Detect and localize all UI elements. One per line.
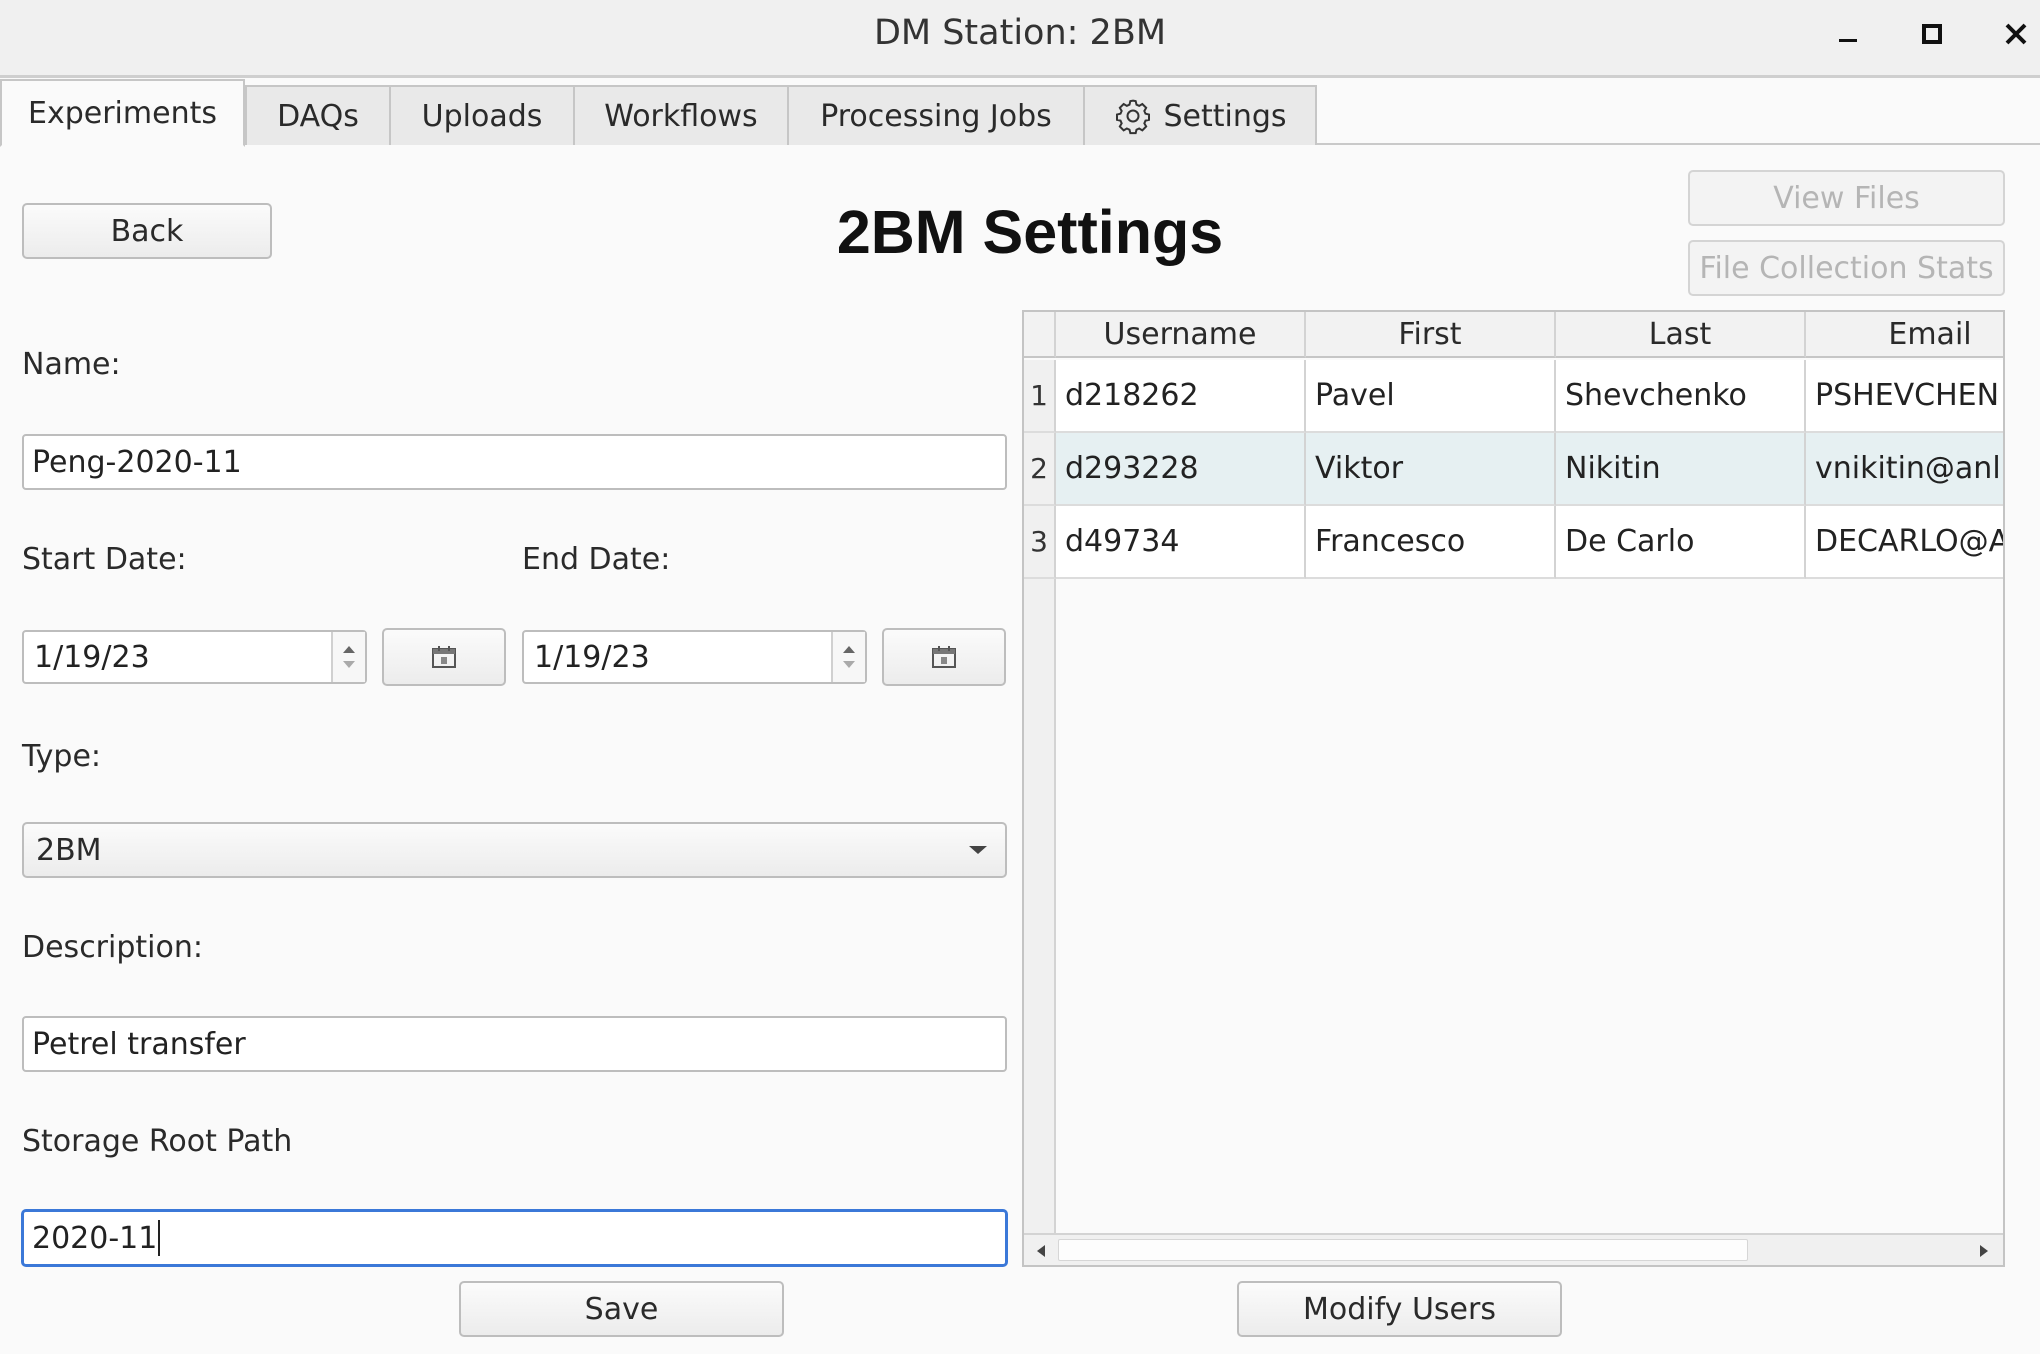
file-collection-stats-button[interactable]: File Collection Stats (1688, 240, 2005, 296)
horizontal-scrollbar[interactable] (1024, 1233, 2003, 1265)
scroll-right-arrow[interactable] (1969, 1237, 1999, 1265)
calendar-icon (432, 646, 456, 668)
modify-users-label: Modify Users (1303, 1291, 1496, 1327)
name-value: Peng-2020-11 (32, 444, 242, 480)
tab-label: Settings (1163, 98, 1287, 134)
row-number: 2 (1024, 433, 1056, 506)
end-date-label: End Date: (522, 542, 671, 577)
column-header-label: First (1398, 316, 1462, 352)
back-button-label: Back (110, 213, 184, 249)
gear-icon (1113, 96, 1153, 136)
page-title: 2BM Settings (836, 198, 1224, 266)
scroll-left-arrow[interactable] (1026, 1237, 1056, 1265)
type-value: 2BM (36, 832, 102, 868)
modify-users-button[interactable]: Modify Users (1237, 1281, 1562, 1337)
type-dropdown[interactable]: 2BM (22, 822, 1007, 878)
tab-label: Processing Jobs (820, 98, 1052, 134)
end-date-spinner[interactable] (831, 632, 865, 682)
start-date-label: Start Date: (22, 542, 187, 577)
tab-processing-jobs[interactable]: Processing Jobs (787, 85, 1085, 145)
column-header-first[interactable]: First (1306, 312, 1556, 358)
storage-root-path-value: 2020-11 (32, 1220, 158, 1256)
window-title: DM Station: 2BM (873, 13, 1167, 53)
start-date-spinner[interactable] (331, 632, 365, 682)
column-header-label: Username (1103, 316, 1257, 352)
tab-label: Uploads (421, 98, 543, 134)
name-field[interactable]: Peng-2020-11 (22, 434, 1007, 490)
tab-experiments[interactable]: Experiments (0, 79, 245, 147)
cell-last[interactable]: Shevchenko (1556, 360, 1806, 433)
cell-first[interactable]: Viktor (1306, 433, 1556, 506)
tab-workflows[interactable]: Workflows (573, 85, 789, 145)
chevron-left-icon (1037, 1245, 1045, 1257)
type-label: Type: (22, 739, 102, 774)
column-header-last[interactable]: Last (1556, 312, 1806, 358)
tab-label: DAQs (277, 98, 359, 134)
maximize-icon (1922, 24, 1942, 44)
column-header-email[interactable]: Email (1806, 312, 2003, 358)
scrollbar-thumb[interactable] (1058, 1239, 1748, 1261)
save-button-label: Save (584, 1291, 659, 1327)
view-files-label: View Files (1773, 180, 1920, 216)
cell-username[interactable]: d293228 (1056, 433, 1306, 506)
calendar-icon (932, 646, 956, 668)
name-label: Name: (22, 347, 121, 382)
storage-root-path-field[interactable]: 2020-11 (22, 1210, 1007, 1266)
tab-settings[interactable]: Settings (1083, 85, 1317, 145)
start-date-value: 1/19/23 (34, 639, 150, 675)
cell-email[interactable]: vnikitin@anl (1806, 433, 2003, 506)
minimize-icon (1839, 39, 1857, 42)
end-date-field[interactable]: 1/19/23 (522, 630, 867, 684)
description-field[interactable]: Petrel transfer (22, 1016, 1007, 1072)
cell-email[interactable]: PSHEVCHEN (1806, 360, 2003, 433)
row-number: 3 (1024, 506, 1056, 579)
tab-uploads[interactable]: Uploads (389, 85, 575, 145)
start-date-calendar-button[interactable] (382, 628, 506, 686)
view-files-button[interactable]: View Files (1688, 170, 2005, 226)
cell-username[interactable]: d218262 (1056, 360, 1306, 433)
column-header-username[interactable]: Username (1056, 312, 1306, 358)
tab-label: Experiments (28, 95, 217, 131)
cell-last[interactable]: Nikitin (1556, 433, 1806, 506)
minimize-button[interactable] (1822, 12, 1874, 56)
end-date-value: 1/19/23 (534, 639, 650, 675)
storage-root-path-label: Storage Root Path (22, 1124, 293, 1159)
column-header-label: Email (1888, 316, 1972, 352)
cell-username[interactable]: d49734 (1056, 506, 1306, 579)
description-label: Description: (22, 930, 203, 965)
save-button[interactable]: Save (459, 1281, 784, 1337)
chevron-right-icon (1980, 1245, 1988, 1257)
text-cursor (158, 1220, 161, 1256)
table-corner (1024, 312, 1056, 358)
description-value: Petrel transfer (32, 1026, 246, 1062)
close-button[interactable] (1990, 12, 2040, 56)
cell-email[interactable]: DECARLO@A (1806, 506, 2003, 579)
tab-daqs[interactable]: DAQs (245, 85, 391, 145)
end-date-calendar-button[interactable] (882, 628, 1006, 686)
file-collection-stats-label: File Collection Stats (1699, 250, 1994, 286)
back-button[interactable]: Back (22, 203, 272, 259)
cell-first[interactable]: Pavel (1306, 360, 1556, 433)
start-date-field[interactable]: 1/19/23 (22, 630, 367, 684)
chevron-down-icon (969, 846, 987, 854)
cell-last[interactable]: De Carlo (1556, 506, 1806, 579)
cell-first[interactable]: Francesco (1306, 506, 1556, 579)
close-icon (2005, 23, 2027, 45)
users-table[interactable]: Username First Last Email 1 d218262 Pave… (1022, 310, 2005, 1267)
column-header-label: Last (1648, 316, 1712, 352)
maximize-button[interactable] (1906, 12, 1958, 56)
spinner-arrows-icon (843, 646, 855, 668)
tab-label: Workflows (604, 98, 758, 134)
spinner-arrows-icon (343, 646, 355, 668)
row-number: 1 (1024, 360, 1056, 433)
